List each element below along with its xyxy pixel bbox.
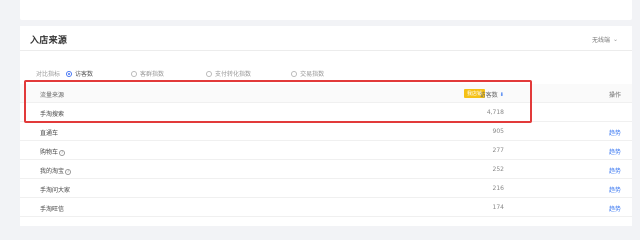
- radio-icon: [131, 70, 138, 77]
- device-filter[interactable]: 无线端 ⌄: [592, 35, 618, 44]
- top-card: [20, 0, 632, 20]
- table-row: 手淘旺信 174 趋势: [20, 198, 632, 217]
- table-row: 手淘问大家 216 趋势: [20, 179, 632, 198]
- section-title: 入店来源: [30, 36, 68, 46]
- trend-link[interactable]: 趋势: [609, 166, 621, 175]
- col-action: 操作: [608, 92, 621, 99]
- chevron-down-icon: ⌄: [612, 36, 618, 43]
- trend-link[interactable]: 趋势: [609, 185, 621, 194]
- metric-label: 对比指标: [36, 71, 61, 78]
- table-row: 购物车? 277 趋势: [20, 141, 632, 160]
- divider: [20, 50, 632, 51]
- metric-option-conversion-index[interactable]: 支付转化指数: [206, 69, 251, 78]
- metric-option-trade-index[interactable]: 交易指数: [291, 69, 324, 78]
- trend-link[interactable]: 趋势: [609, 204, 621, 213]
- table-row: 我的淘宝? 252 趋势: [20, 160, 632, 179]
- metric-option-visitors[interactable]: 访客数: [66, 69, 93, 78]
- traffic-source-card: 入店来源 无线端 ⌄ 对比指标 访客数 客群指数 支付转化指数 交易指数 流量来…: [20, 26, 632, 226]
- device-filter-value: 无线端: [591, 37, 610, 44]
- metric-selector: 对比指标 访客数 客群指数 支付转化指数 交易指数: [36, 69, 324, 78]
- radio-icon: [206, 70, 213, 77]
- trend-link[interactable]: 趋势: [609, 128, 621, 137]
- help-icon[interactable]: ?: [65, 168, 72, 175]
- metric-option-customer-index[interactable]: 客群指数: [131, 69, 164, 78]
- table-row: 直通车 905 趋势: [20, 122, 632, 141]
- highlight-box: [24, 80, 532, 123]
- radio-icon: [291, 70, 298, 77]
- trend-link[interactable]: 趋势: [609, 147, 621, 156]
- radio-icon: [66, 70, 73, 77]
- help-icon[interactable]: ?: [59, 149, 66, 156]
